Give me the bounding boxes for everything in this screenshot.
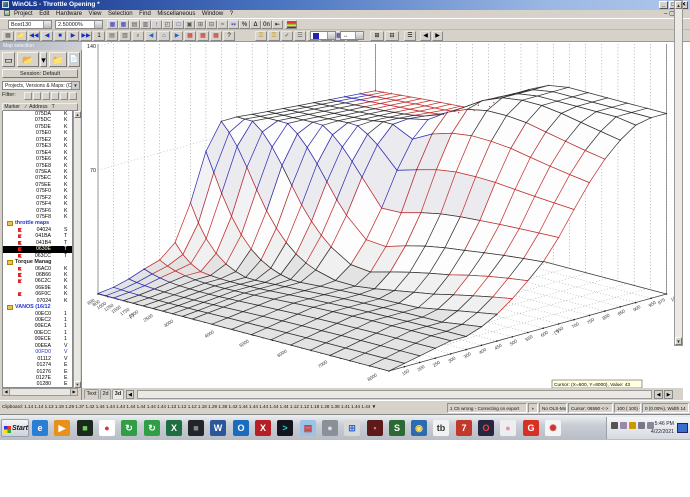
svg-text:8000: 8000 [367, 372, 379, 382]
svg-text:850: 850 [617, 308, 627, 317]
svg-text:5000: 5000 [238, 338, 250, 348]
svg-text:2500: 2500 [142, 313, 154, 323]
svg-text:500: 500 [509, 338, 519, 347]
svg-text:4000: 4000 [204, 329, 216, 339]
svg-text:400: 400 [478, 347, 488, 356]
svg-text:900: 900 [632, 304, 642, 313]
svg-text:800: 800 [601, 312, 611, 321]
svg-text:550: 550 [524, 334, 534, 343]
svg-text:250: 250 [432, 360, 442, 369]
svg-text:450: 450 [494, 342, 504, 351]
svg-text:975: 975 [657, 297, 667, 306]
svg-text:6000: 6000 [276, 348, 288, 358]
svg-text:750: 750 [586, 317, 596, 326]
svg-text:350: 350 [463, 351, 473, 360]
svg-text:700: 700 [571, 321, 581, 330]
svg-text:200: 200 [416, 364, 426, 373]
svg-text:600: 600 [540, 330, 550, 339]
svg-text:300: 300 [447, 355, 457, 364]
svg-text:140: 140 [87, 44, 96, 50]
svg-text:150: 150 [401, 368, 411, 377]
svg-text:3000: 3000 [163, 318, 175, 328]
svg-text:7000: 7000 [317, 359, 329, 369]
svg-text:70: 70 [90, 168, 96, 174]
svg-text:950: 950 [648, 300, 658, 309]
